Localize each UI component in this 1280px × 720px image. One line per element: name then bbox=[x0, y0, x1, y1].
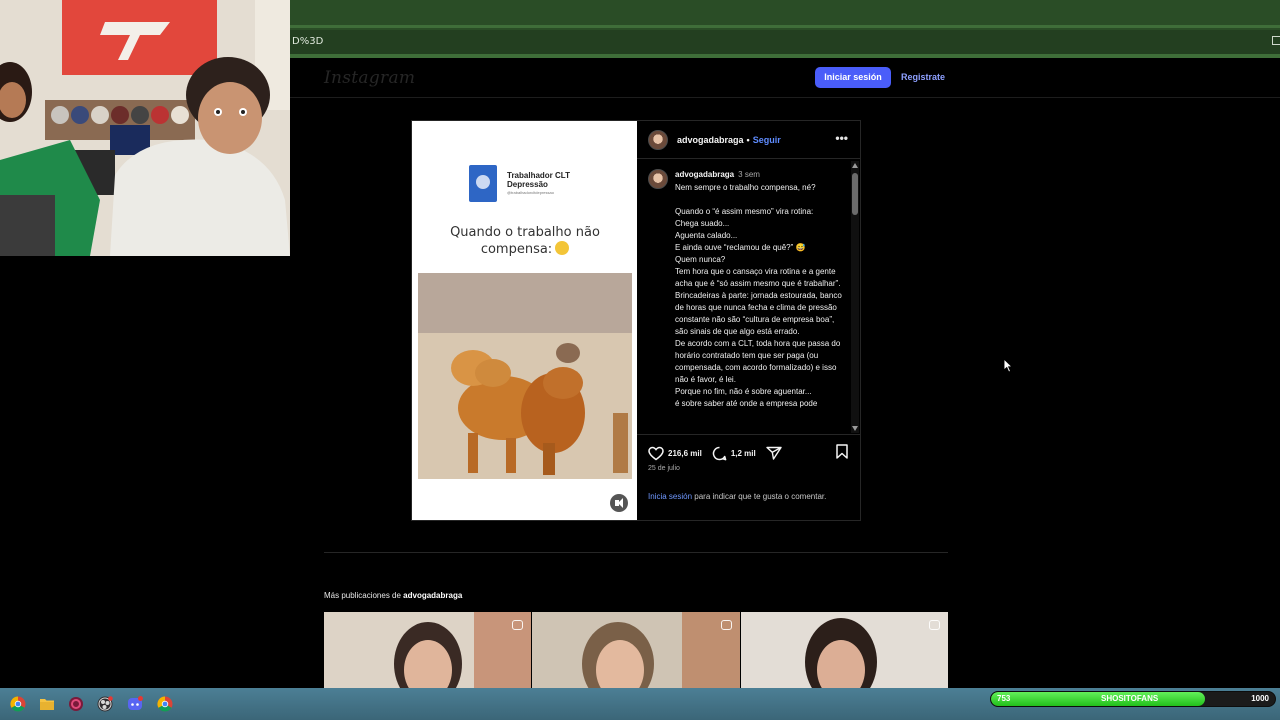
scrollbar-thumb[interactable] bbox=[852, 173, 858, 215]
comment-count: 1,2 mil bbox=[730, 448, 756, 458]
screen: D%3D Instagram Iniciar sesión Registrate… bbox=[0, 0, 1280, 720]
toolbar-divider bbox=[290, 25, 1280, 28]
login-link[interactable]: Inicia sesión bbox=[648, 492, 692, 501]
like-count: 216,6 mil bbox=[668, 448, 702, 458]
sub-goal-name: SHOSITOFANS bbox=[1101, 694, 1159, 703]
video-frame[interactable] bbox=[418, 273, 632, 479]
scroll-down-arrow-icon[interactable] bbox=[852, 426, 858, 431]
webcam-image bbox=[0, 0, 290, 256]
thumbnail-image bbox=[740, 612, 948, 688]
sub-goal-current: 753 bbox=[997, 694, 1011, 703]
reel-icon bbox=[720, 620, 732, 630]
follow-button[interactable]: Seguir bbox=[753, 135, 781, 145]
chrome-icon[interactable] bbox=[10, 696, 26, 712]
register-button[interactable]: Registrate bbox=[901, 67, 945, 88]
separator: • bbox=[746, 135, 750, 145]
sub-goal-fill bbox=[991, 692, 1205, 706]
reel-icon bbox=[928, 620, 940, 630]
caption-time: 3 sem bbox=[738, 170, 760, 179]
author-line: advogadabraga • Seguir bbox=[677, 135, 781, 145]
obs-icon[interactable] bbox=[97, 696, 113, 712]
caption-text: Nem sempre o trabalho compensa, né? Quan… bbox=[675, 183, 842, 408]
author-avatar[interactable] bbox=[648, 130, 668, 150]
caption-author[interactable]: advogadabraga bbox=[675, 170, 734, 179]
caption-avatar[interactable] bbox=[648, 169, 668, 189]
scroll-up-arrow-icon[interactable] bbox=[852, 163, 858, 168]
post-media[interactable]: Trabalhador CLT Depressão @trabalhadorcl… bbox=[412, 121, 637, 520]
post-thumbnail[interactable] bbox=[532, 612, 740, 688]
folder-icon[interactable] bbox=[39, 696, 55, 712]
laughing-emoji-icon bbox=[555, 241, 570, 255]
reel-icon bbox=[512, 620, 524, 630]
more-posts-author[interactable]: advogadabraga bbox=[403, 591, 462, 600]
post-sidebar: advogadabraga • Seguir ••• advogadabraga 3 … bbox=[637, 121, 860, 520]
share-icon[interactable] bbox=[766, 446, 782, 460]
discord-icon[interactable] bbox=[127, 696, 143, 712]
window-edge-icon bbox=[1272, 36, 1280, 45]
address-bar[interactable]: D%3D bbox=[290, 30, 1280, 54]
sub-goal-target: 1000 bbox=[1251, 694, 1269, 703]
caption-author-line: advogadabraga 3 sem bbox=[675, 170, 760, 179]
post-header: advogadabraga • Seguir ••• bbox=[637, 121, 860, 159]
mute-icon[interactable] bbox=[610, 494, 628, 512]
thumbnail-image bbox=[532, 612, 740, 688]
more-horizontal-icon[interactable]: ••• bbox=[835, 131, 848, 145]
action-row: 216,6 mil 1,2 mil bbox=[648, 443, 782, 463]
browser-toolbar: D%3D bbox=[290, 0, 1280, 58]
thumbnail-image bbox=[324, 612, 532, 688]
bookmark-icon[interactable] bbox=[836, 444, 848, 459]
webcam-overlay bbox=[0, 0, 290, 256]
post-thumbnail[interactable] bbox=[324, 612, 532, 688]
login-button[interactable]: Iniciar sesión bbox=[815, 67, 891, 88]
caption-scrollbar[interactable] bbox=[851, 161, 859, 433]
instagram-logo[interactable]: Instagram bbox=[324, 68, 415, 88]
media-doc-title: Trabalhador CLT Depressão bbox=[507, 171, 570, 189]
caption-area: advogadabraga 3 sem Nem sempre o trabalho… bbox=[637, 161, 860, 434]
instagram-page: Instagram Iniciar sesión Registrate Trab… bbox=[290, 58, 1280, 688]
app-circle-icon[interactable] bbox=[68, 696, 84, 712]
login-hint-text: para indicar que te gusta o comentar. bbox=[692, 492, 827, 501]
instagram-header: Instagram Iniciar sesión Registrate bbox=[290, 58, 1280, 98]
more-posts-title: Más publicaciones de advogadabraga bbox=[324, 591, 462, 600]
mouse-cursor-icon bbox=[1003, 358, 1013, 373]
work-card-icon bbox=[469, 165, 497, 202]
media-headline: Quando o trabalho não compensa: bbox=[450, 225, 600, 257]
post-date[interactable]: 25 de julio bbox=[648, 465, 680, 472]
sub-goal-bar: 753 SHOSITOFANS 1000 bbox=[990, 691, 1276, 707]
login-hint: Inicia sesión para indicar que te gusta … bbox=[648, 491, 848, 503]
post-card: Trabalhador CLT Depressão @trabalhadorcl… bbox=[411, 120, 861, 521]
post-actions: 216,6 mil 1,2 mil 25 de julio Inicia ses… bbox=[637, 434, 860, 520]
media-doc-handle: @trabalhadorcltdepressao bbox=[507, 190, 554, 195]
comment-icon[interactable] bbox=[712, 446, 727, 461]
post-thumbnail[interactable] bbox=[740, 612, 948, 688]
chrome-active-icon[interactable] bbox=[157, 696, 173, 712]
section-divider bbox=[324, 552, 948, 553]
heart-icon[interactable] bbox=[648, 446, 664, 461]
more-posts-prefix: Más publicaciones de bbox=[324, 591, 404, 600]
more-posts-grid bbox=[324, 612, 948, 688]
author-name[interactable]: advogadabraga bbox=[677, 135, 744, 145]
